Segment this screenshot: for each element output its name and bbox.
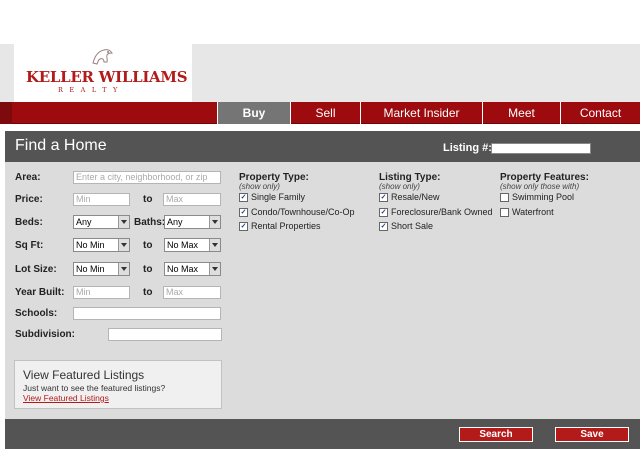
nav-item-market-insider[interactable]: Market Insider bbox=[360, 102, 482, 124]
sqft-min-value: No Min bbox=[76, 240, 105, 250]
brand-logo[interactable]: KELLER WILLIAMS REALTY bbox=[14, 44, 192, 102]
featured-listings-link[interactable]: View Featured Listings bbox=[23, 393, 109, 403]
chevron-down-icon bbox=[118, 263, 129, 275]
chevron-down-icon bbox=[118, 239, 129, 251]
year-built-max-input[interactable]: Max bbox=[163, 286, 221, 299]
chevron-down-icon bbox=[209, 239, 220, 251]
chevron-down-icon bbox=[209, 263, 220, 275]
nav-item-meet[interactable]: Meet bbox=[482, 102, 560, 124]
lot-size-label: Lot Size: bbox=[15, 264, 57, 275]
sqft-label: Sq Ft: bbox=[15, 240, 44, 251]
horse-logo-icon bbox=[92, 49, 113, 65]
search-panel-footer bbox=[5, 419, 640, 449]
checkbox-label: Single Family bbox=[251, 192, 306, 202]
schools-label: Schools: bbox=[15, 308, 58, 319]
featured-listings-title: View Featured Listings bbox=[23, 368, 145, 382]
lot-size-min-value: No Min bbox=[76, 264, 105, 274]
baths-select[interactable]: Any bbox=[164, 215, 221, 229]
year-built-to-label: to bbox=[143, 287, 153, 298]
checkbox-unchecked-icon bbox=[500, 193, 509, 202]
price-min-input[interactable]: Min bbox=[73, 193, 130, 206]
subdivision-label: Subdivision: bbox=[15, 329, 75, 340]
price-max-input[interactable]: Max bbox=[163, 193, 221, 206]
beds-select[interactable]: Any bbox=[73, 215, 130, 229]
lot-size-max-select[interactable]: No Max bbox=[164, 262, 221, 276]
baths-value: Any bbox=[167, 217, 183, 227]
checkbox-checked-icon: ✓ bbox=[239, 193, 248, 202]
schools-input[interactable] bbox=[73, 307, 221, 320]
search-button[interactable]: Search bbox=[459, 427, 533, 442]
listing-type-subheading: (show only) bbox=[379, 182, 420, 191]
lot-size-to-label: to bbox=[143, 264, 153, 275]
year-built-min-input[interactable]: Min bbox=[73, 286, 130, 299]
property-type-subheading: (show only) bbox=[239, 182, 280, 191]
checkbox-checked-icon: ✓ bbox=[239, 208, 248, 217]
chevron-down-icon bbox=[209, 216, 220, 228]
checkbox-label: Short Sale bbox=[391, 221, 434, 231]
checkbox-label: Rental Properties bbox=[251, 221, 321, 231]
checkbox-label: Condo/Townhouse/Co-Op bbox=[251, 207, 355, 217]
nav-item-buy[interactable]: Buy bbox=[217, 102, 290, 124]
baths-label: Baths: bbox=[134, 217, 166, 228]
sqft-max-select[interactable]: No Max bbox=[164, 238, 221, 252]
page-title: Find a Home bbox=[15, 137, 107, 154]
property-features-subheading: (show only those with) bbox=[500, 182, 580, 191]
nav-item-sell[interactable]: Sell bbox=[290, 102, 360, 124]
featured-listings-box: View Featured Listings Just want to see … bbox=[14, 360, 222, 409]
checkbox-label: Resale/New bbox=[391, 192, 440, 202]
brand-tagline: REALTY bbox=[58, 86, 124, 94]
price-label: Price: bbox=[15, 194, 43, 205]
checkbox-checked-icon: ✓ bbox=[379, 222, 388, 231]
area-input[interactable]: Enter a city, neighborhood, or zip bbox=[73, 171, 221, 184]
year-built-label: Year Built: bbox=[15, 287, 65, 298]
checkbox-checked-icon: ✓ bbox=[239, 222, 248, 231]
lot-size-min-select[interactable]: No Min bbox=[73, 262, 130, 276]
save-button[interactable]: Save bbox=[555, 427, 629, 442]
checkbox-checked-icon: ✓ bbox=[379, 208, 388, 217]
brand-name: KELLER WILLIAMS bbox=[26, 68, 188, 86]
checkbox-label: Waterfront bbox=[512, 207, 554, 217]
checkbox-unchecked-icon bbox=[500, 208, 509, 217]
subdivision-input[interactable] bbox=[108, 328, 222, 341]
lot-size-max-value: No Max bbox=[167, 264, 199, 274]
beds-value: Any bbox=[76, 217, 92, 227]
listing-number-input[interactable] bbox=[491, 143, 591, 154]
price-to-label: to bbox=[143, 194, 153, 205]
sqft-max-value: No Max bbox=[167, 240, 199, 250]
chevron-down-icon bbox=[118, 216, 129, 228]
nav-item-contact[interactable]: Contact bbox=[560, 102, 640, 124]
nav-left-accent bbox=[0, 102, 12, 124]
checkbox-label: Foreclosure/Bank Owned bbox=[391, 207, 493, 217]
checkbox-label: Swimming Pool bbox=[512, 192, 575, 202]
sqft-min-select[interactable]: No Min bbox=[73, 238, 130, 252]
sqft-to-label: to bbox=[143, 240, 153, 251]
checkbox-checked-icon: ✓ bbox=[379, 193, 388, 202]
beds-label: Beds: bbox=[15, 217, 43, 228]
listing-number-label: Listing #: bbox=[443, 142, 492, 154]
page-root: KELLER WILLIAMS REALTY Buy Sell Market I… bbox=[0, 0, 640, 449]
featured-listings-description: Just want to see the featured listings? bbox=[23, 383, 166, 393]
area-label: Area: bbox=[15, 172, 41, 183]
